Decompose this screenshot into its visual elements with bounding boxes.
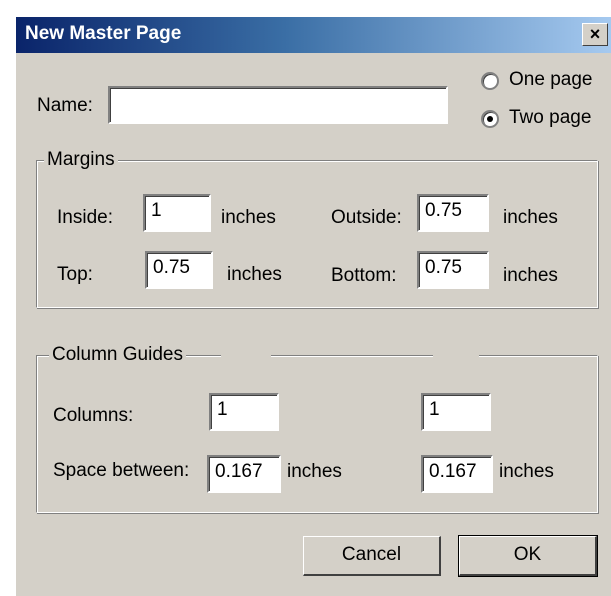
space-right-input[interactable]: 0.167 [421,455,493,493]
new-master-page-dialog: New Master Page × Name: One page Two pag… [15,16,611,596]
name-input[interactable] [108,86,448,124]
bottom-unit: inches [503,265,558,286]
inside-label: Inside: [57,207,113,228]
space-left-input[interactable]: 0.167 [207,455,281,493]
columns-label: Columns: [53,405,134,426]
title-bar[interactable]: New Master Page × [16,17,611,53]
outside-input[interactable]: 0.75 [417,194,489,232]
cancel-button[interactable]: Cancel [303,536,441,576]
space-between-label: Space between: [53,460,190,481]
columns-right-input[interactable]: 1 [421,393,491,431]
column-guides-group-title: Column Guides [49,344,186,366]
bottom-input[interactable]: 0.75 [417,251,489,289]
close-icon: × [589,24,601,44]
top-input[interactable]: 0.75 [145,251,213,289]
radio-button-one-page[interactable] [481,72,499,90]
top-label: Top: [57,264,93,285]
margins-group-title: Margins [44,149,118,171]
top-unit: inches [227,264,282,285]
outside-unit: inches [503,207,558,228]
column-guides-group [36,355,598,513]
columns-left-input[interactable]: 1 [209,393,279,431]
radio-label-two-page: Two page [509,107,592,128]
inside-unit: inches [221,207,276,228]
outside-label: Outside: [331,207,402,228]
space-right-unit: inches [499,461,554,482]
name-label: Name: [37,95,93,116]
inside-input[interactable]: 1 [143,194,211,232]
close-button[interactable]: × [582,23,608,46]
space-left-unit: inches [287,461,342,482]
radio-selected-dot [487,116,493,122]
divider-gap-2 [433,353,479,357]
ok-button[interactable]: OK [458,535,598,577]
radio-button-two-page[interactable] [481,110,499,128]
radio-label-one-page: One page [509,69,593,90]
bottom-label: Bottom: [331,265,397,286]
divider-gap-1 [221,353,271,357]
dialog-title: New Master Page [25,23,182,44]
